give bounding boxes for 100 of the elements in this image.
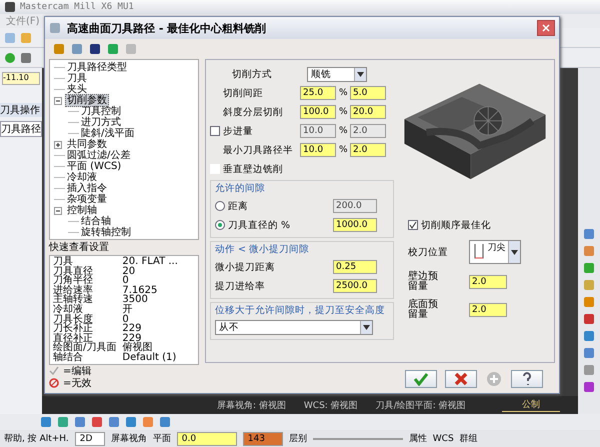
ok-button[interactable] bbox=[405, 370, 437, 388]
toolbar-icon[interactable] bbox=[108, 416, 120, 428]
mode-button[interactable]: 2D bbox=[74, 432, 105, 446]
setting-name: 绘图面/刀具面 bbox=[53, 343, 116, 353]
toolbar-icon[interactable] bbox=[91, 416, 103, 428]
toolbar-icon[interactable] bbox=[583, 228, 595, 240]
field-label: 切削方式 bbox=[231, 68, 273, 80]
close-button[interactable] bbox=[537, 20, 555, 36]
tree-item[interactable]: 夹头 bbox=[65, 83, 89, 96]
tree-item[interactable]: 刀具 bbox=[65, 72, 89, 85]
toolbar-icon[interactable] bbox=[125, 416, 137, 428]
percent-field[interactable]: 2.0 bbox=[350, 143, 386, 157]
section-title: 快速查看设置 bbox=[49, 242, 110, 254]
radio-label: 距离 bbox=[228, 200, 249, 212]
compensation-select[interactable]: 刀尖 bbox=[469, 240, 521, 264]
toolbar-icon[interactable] bbox=[583, 296, 595, 308]
toolbar-icon[interactable] bbox=[583, 279, 595, 291]
tree-item[interactable]: 刀具路径类型 bbox=[65, 61, 129, 74]
screen-view-button[interactable]: 屏幕视角 bbox=[110, 432, 147, 445]
setting-value: 0 bbox=[122, 314, 129, 324]
setting-name: 刀具长度 bbox=[53, 314, 94, 324]
field-label: 壁边预留量 bbox=[408, 272, 438, 292]
toolbar-icon[interactable] bbox=[74, 416, 86, 428]
help-button[interactable] bbox=[511, 370, 543, 388]
wcs-button[interactable]: WCS bbox=[432, 434, 454, 444]
tree-item[interactable]: 杂项变量 bbox=[65, 193, 109, 206]
attributes-button[interactable]: 属性 bbox=[408, 432, 427, 445]
toolbar-icon[interactable] bbox=[159, 416, 171, 428]
radio-label: 刀具直径的 % bbox=[228, 218, 292, 232]
percent-field[interactable]: 20.0 bbox=[350, 105, 386, 119]
toolbar-icon[interactable] bbox=[583, 381, 595, 393]
tree-item[interactable]: 切削参数 bbox=[65, 94, 109, 107]
field-label: 校刀位置 bbox=[408, 246, 449, 258]
tree-item[interactable]: 陡斜/浅平面 bbox=[79, 127, 136, 140]
radio-button[interactable] bbox=[215, 201, 225, 211]
setting-value: 229 bbox=[122, 324, 142, 334]
tree-item[interactable]: 冷却液 bbox=[65, 171, 99, 184]
help-icon bbox=[521, 372, 533, 386]
checkbox-label: 垂直壁边铣削 bbox=[223, 162, 284, 176]
toolbar-icon[interactable] bbox=[40, 416, 52, 428]
tree-item[interactable]: 平面 (WCS) bbox=[65, 160, 124, 173]
value-field[interactable]: 2.0 bbox=[469, 275, 507, 289]
checkbox-label: 切削顺序最佳化 bbox=[421, 218, 492, 232]
setting-name: 冷却液 bbox=[53, 304, 84, 315]
field-label: 微小提刀距离 bbox=[215, 260, 276, 274]
z-depth-field[interactable]: 0.0 bbox=[176, 432, 237, 446]
toolbar-icon[interactable] bbox=[583, 364, 595, 376]
setting-name: 刀长补正 bbox=[53, 324, 94, 334]
tree-item[interactable]: 结合轴 bbox=[79, 215, 113, 228]
cancel-button[interactable] bbox=[445, 370, 477, 388]
groups-button[interactable]: 群组 bbox=[460, 432, 478, 445]
setting-value: 7.1625 bbox=[122, 286, 158, 296]
expand-icon[interactable] bbox=[54, 140, 62, 148]
close-icon bbox=[454, 372, 468, 386]
cut-method-select[interactable]: 顺铣 bbox=[307, 66, 367, 82]
retract-select[interactable]: 从不 bbox=[215, 320, 373, 335]
setting-value: 0 bbox=[122, 276, 129, 286]
toolbar-icon[interactable] bbox=[57, 416, 69, 428]
plane-button[interactable]: 平面 bbox=[152, 432, 171, 445]
checkmark-icon bbox=[413, 372, 429, 386]
dialog-title: 高速曲面刀具路径 - 最佳化中心粗料铣削 bbox=[67, 20, 266, 36]
toolbar-icon[interactable] bbox=[583, 245, 595, 257]
percent-field[interactable]: 5.0 bbox=[350, 86, 386, 100]
group-title: 位移大于允许间隙时，提刀至安全高度 bbox=[215, 305, 385, 317]
checkbox[interactable] bbox=[408, 220, 418, 230]
tree-item[interactable]: 刀具控制 bbox=[79, 105, 123, 118]
tool-tip-icon bbox=[473, 244, 485, 260]
value-field[interactable]: 25.0 bbox=[300, 86, 336, 100]
value-field[interactable]: 2.0 bbox=[469, 303, 507, 317]
field-label: 斜度分层切削 bbox=[223, 106, 284, 118]
setting-name: 直径补正 bbox=[53, 334, 93, 344]
tree-item[interactable]: 控制轴 bbox=[65, 204, 99, 217]
value-field[interactable]: 1000.0 bbox=[333, 218, 377, 232]
value-field[interactable]: 100.0 bbox=[300, 105, 336, 119]
collapse-icon[interactable] bbox=[54, 206, 62, 214]
field-label: 最小刀具路径半 bbox=[223, 144, 294, 156]
coordinate-field[interactable]: -11.10 bbox=[2, 72, 40, 85]
toolbar-icon[interactable] bbox=[583, 347, 595, 359]
value-field[interactable]: 2500.0 bbox=[333, 279, 377, 293]
color-swatch[interactable]: 143 bbox=[242, 432, 283, 446]
value-field[interactable]: 10.0 bbox=[300, 143, 336, 157]
toolbar-icon[interactable] bbox=[142, 416, 154, 428]
tree-item[interactable]: 圆弧过滤/公差 bbox=[65, 149, 132, 162]
setting-name: 主轴转速 bbox=[53, 295, 94, 305]
setting-value: 俯视图 bbox=[122, 343, 152, 353]
radio-button[interactable] bbox=[215, 220, 225, 230]
manager-tab[interactable]: 刀具路径 bbox=[0, 121, 42, 137]
value-field[interactable]: 0.25 bbox=[333, 260, 377, 274]
tree-item[interactable]: 共同参数 bbox=[65, 138, 109, 151]
tree-item[interactable]: 旋转轴控制 bbox=[79, 226, 133, 239]
tree-item[interactable]: 插入指令 bbox=[65, 182, 109, 195]
tree-item[interactable]: 进刀方式 bbox=[79, 116, 123, 129]
percent-sign: % bbox=[339, 145, 347, 155]
toolbar-icon[interactable] bbox=[583, 262, 595, 274]
no-entry-icon bbox=[49, 378, 59, 388]
toolbar-icon[interactable] bbox=[583, 330, 595, 342]
setting-value: 20 bbox=[122, 266, 136, 276]
level-button[interactable]: 层别 bbox=[288, 432, 307, 445]
toolbar-icon[interactable] bbox=[583, 313, 595, 325]
collapse-icon[interactable] bbox=[54, 96, 62, 104]
